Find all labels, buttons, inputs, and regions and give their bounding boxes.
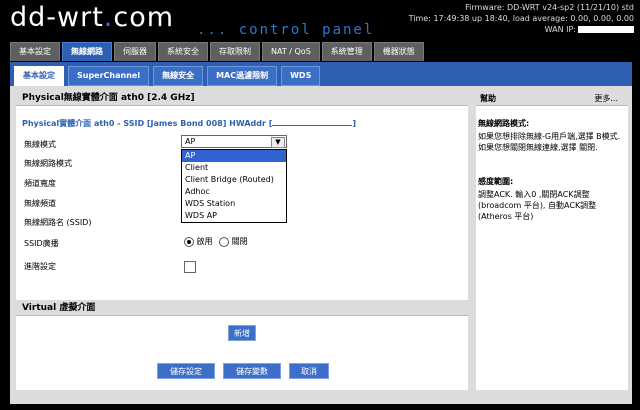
- ssid-broadcast-label: SSID廣播: [24, 239, 59, 248]
- sub-tabs: 基本設定 SuperChannel 無線安全 MAC過濾限制 WDS: [14, 66, 324, 86]
- wireless-mode-value: AP: [185, 137, 196, 146]
- ssid-label: 無線網路名 (SSID): [24, 218, 92, 227]
- tab-setup[interactable]: 基本設定: [10, 42, 60, 61]
- tab-services[interactable]: 伺服器: [114, 42, 156, 61]
- wireless-mode-select[interactable]: AP ▼: [181, 135, 287, 148]
- subtab-wds[interactable]: WDS: [281, 66, 321, 86]
- uptime-text: Time: 17:49:38 up 18:40, load average: 0…: [408, 14, 634, 23]
- help-sensitivity-title: 感度範圍:: [478, 177, 514, 186]
- broadcast-enable-label: 啟用: [196, 237, 213, 246]
- tab-wireless[interactable]: 無線網路: [62, 42, 112, 61]
- wan-ip-row: WAN IP:: [409, 24, 634, 35]
- advanced-settings-label: 進階設定: [24, 262, 56, 271]
- settings-panel: Physical無線實體介面 ath0 [2.4 GHz] Physical實體…: [16, 90, 468, 390]
- tab-access-restrictions[interactable]: 存取限制: [210, 42, 260, 61]
- subtab-mac-filter[interactable]: MAC過濾限制: [207, 66, 278, 86]
- save-button[interactable]: 儲存設定: [157, 363, 215, 379]
- hwaddr-value: [272, 118, 353, 126]
- mode-option-wds-ap[interactable]: WDS AP: [182, 210, 286, 222]
- virtual-interface-heading: Virtual 虛擬介面: [16, 300, 468, 316]
- mode-option-client-bridge[interactable]: Client Bridge (Routed): [182, 174, 286, 186]
- mode-option-ap[interactable]: AP: [182, 150, 286, 162]
- interface-legend: Physical實體介面 ath0 - SSID [James Bond 008…: [22, 118, 357, 128]
- control-panel-subtitle: ... control panel: [197, 22, 375, 38]
- help-mode-text: 如果您想排除無線-G用戶端,選擇 B模式.如果您想關閉無線連線,選擇 關閉.: [478, 132, 621, 152]
- broadcast-disable-label: 關閉: [231, 237, 248, 246]
- wireless-mode-dropdown: AP Client Client Bridge (Routed) Adhoc W…: [181, 149, 287, 223]
- help-panel: 幫助 更多... 無線網路模式: 如果您想排除無線-G用戶端,選擇 B模式.如果…: [476, 90, 628, 390]
- router-info: Firmware: DD-WRT v24-sp2 (11/21/10) std …: [409, 2, 634, 35]
- wan-ip-value: [578, 26, 634, 33]
- wireless-mode-label: 無線模式: [24, 140, 56, 149]
- header: dd-wrt.com ... control panel Firmware: D…: [0, 0, 640, 40]
- firmware-text: Firmware: DD-WRT v24-sp2 (11/21/10) std: [465, 3, 634, 12]
- tab-security[interactable]: 系統安全: [158, 42, 208, 61]
- subtab-basic-settings[interactable]: 基本設定: [14, 66, 64, 86]
- channel-width-label: 頻道寬度: [24, 179, 56, 188]
- advanced-settings-checkbox[interactable]: [184, 261, 196, 273]
- broadcast-disable-radio[interactable]: [219, 236, 230, 247]
- help-mode-title: 無線網路模式:: [478, 119, 530, 128]
- subtab-superchannel[interactable]: SuperChannel: [68, 66, 150, 86]
- main-tabs: 基本設定 無線網路 伺服器 系統安全 存取限制 NAT / QoS 系統管理 機…: [10, 42, 426, 62]
- network-mode-label: 無線網路模式: [24, 159, 72, 168]
- tab-status[interactable]: 機器狀態: [373, 42, 424, 61]
- mode-option-adhoc[interactable]: Adhoc: [182, 186, 286, 198]
- broadcast-enable-radio[interactable]: [184, 236, 194, 247]
- help-heading: 幫助 更多...: [476, 90, 628, 106]
- tab-nat-qos[interactable]: NAT / QoS: [262, 42, 320, 61]
- ssid-broadcast-radios: 啟用 關閉: [184, 236, 248, 247]
- help-title: 幫助: [480, 94, 496, 103]
- mode-option-wds-station[interactable]: WDS Station: [182, 198, 286, 210]
- help-sensitivity-text: 調整ACK. 輸入0 ,關閉ACK調整 (broadcom 平台), 自動ACK…: [478, 190, 597, 221]
- subtab-wireless-security[interactable]: 無線安全: [153, 66, 204, 86]
- help-more-link[interactable]: 更多...: [594, 93, 618, 104]
- ddwrt-logo: dd-wrt.com: [10, 2, 175, 33]
- frequency-label: 無線頻道: [24, 199, 56, 208]
- cancel-button[interactable]: 取消: [289, 363, 329, 379]
- add-virtual-button[interactable]: 新增: [228, 325, 256, 341]
- physical-interface-heading: Physical無線實體介面 ath0 [2.4 GHz]: [16, 90, 468, 106]
- tab-administration[interactable]: 系統管理: [321, 42, 372, 61]
- mode-option-client[interactable]: Client: [182, 162, 286, 174]
- chevron-down-icon[interactable]: ▼: [271, 137, 285, 148]
- apply-button[interactable]: 儲存變數: [223, 363, 281, 379]
